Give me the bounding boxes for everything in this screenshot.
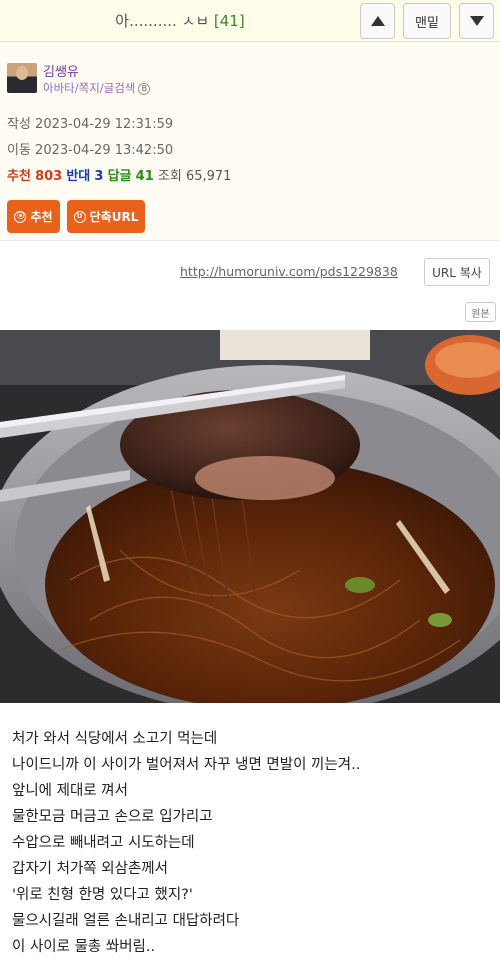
posted-date: 작성 2023-04-29 12:31:59 — [7, 117, 174, 132]
reply-count: 41 — [135, 169, 154, 184]
post-info: 김쌩유 아바타/쪽지/글검색 B 작성 2023-04-29 12:31:59 이… — [0, 43, 500, 241]
author-links[interactable]: 아바타/쪽지/글검색 B — [43, 80, 151, 96]
go-bottom-button[interactable]: 맨밑 — [403, 3, 451, 39]
oppose-count: 3 — [94, 169, 104, 184]
views-count: 65,971 — [185, 169, 232, 184]
post-body: 처가 와서 식당에서 소고기 먹는데 나이드니까 이 사이가 벌어져서 자꾸 냉… — [12, 726, 492, 960]
u-icon: U — [73, 210, 86, 223]
body-line: 처가 와서 식당에서 소고기 먹는데 — [12, 731, 218, 747]
body-line: 수압으로 빼내려고 시도하는데 — [12, 835, 195, 851]
post-image[interactable] — [0, 330, 500, 703]
scroll-up-button[interactable] — [360, 3, 395, 39]
body-line: 갑자기 처가쪽 외삼촌께서 — [12, 861, 168, 877]
recommend-count: 803 — [35, 169, 63, 184]
post-url-link[interactable]: http://humoruniv.com/pds1229838 — [180, 264, 398, 279]
author-nickname[interactable]: 김쌩유 — [43, 61, 79, 80]
short-url-button[interactable]: U 단축URL — [67, 200, 145, 233]
recommend-label: 추천 — [7, 169, 31, 184]
body-line: '위로 친형 한명 있다고 했지?' — [12, 887, 193, 903]
triangle-down-icon — [469, 16, 484, 26]
reply-label: 답글 — [107, 169, 132, 184]
triangle-up-icon — [370, 16, 385, 26]
recommend-button[interactable]: ⦿ 추천 — [7, 200, 60, 233]
url-copy-button[interactable]: URL 복사 — [424, 258, 490, 286]
body-line: 물으시길래 얼른 손내리고 대답하려다 — [12, 913, 240, 929]
post-title-text: 아.......... ㅅㅂ — [115, 12, 214, 30]
comment-count: [41] — [213, 12, 245, 30]
oppose-label: 반대 — [66, 169, 91, 184]
original-image-button[interactable]: 원본 — [465, 302, 496, 322]
body-line: 나이드니까 이 사이가 벌어져서 자꾸 냉면 면발이 끼는겨.. — [12, 757, 361, 773]
moved-date: 이동 2023-04-29 13:42:50 — [7, 143, 174, 158]
level-badge-icon: B — [138, 82, 151, 95]
views-label: 조회 — [157, 169, 182, 184]
body-line: 앞니에 제대로 껴서 — [12, 783, 128, 799]
thumb-icon: ⦿ — [14, 210, 27, 223]
author-links-text[interactable]: 아바타/쪽지/글검색 — [43, 81, 135, 95]
recommend-button-label: 추천 — [30, 210, 53, 224]
post-stats: 추천 803 반대 3 답글 41 조회 65,971 — [7, 165, 231, 184]
avatar[interactable] — [7, 63, 37, 93]
scroll-down-button[interactable] — [459, 3, 494, 39]
short-url-button-label: 단축URL — [89, 210, 139, 224]
post-title: 아.......... ㅅㅂ [41] — [0, 10, 360, 31]
body-line: 물한모금 머금고 손으로 입가리고 — [12, 809, 213, 825]
top-bar: 아.......... ㅅㅂ [41] 맨밑 — [0, 0, 500, 42]
body-line: 이 사이로 물총 쏴버림.. — [12, 939, 156, 955]
naengmyeon-beef-photo — [0, 330, 500, 703]
